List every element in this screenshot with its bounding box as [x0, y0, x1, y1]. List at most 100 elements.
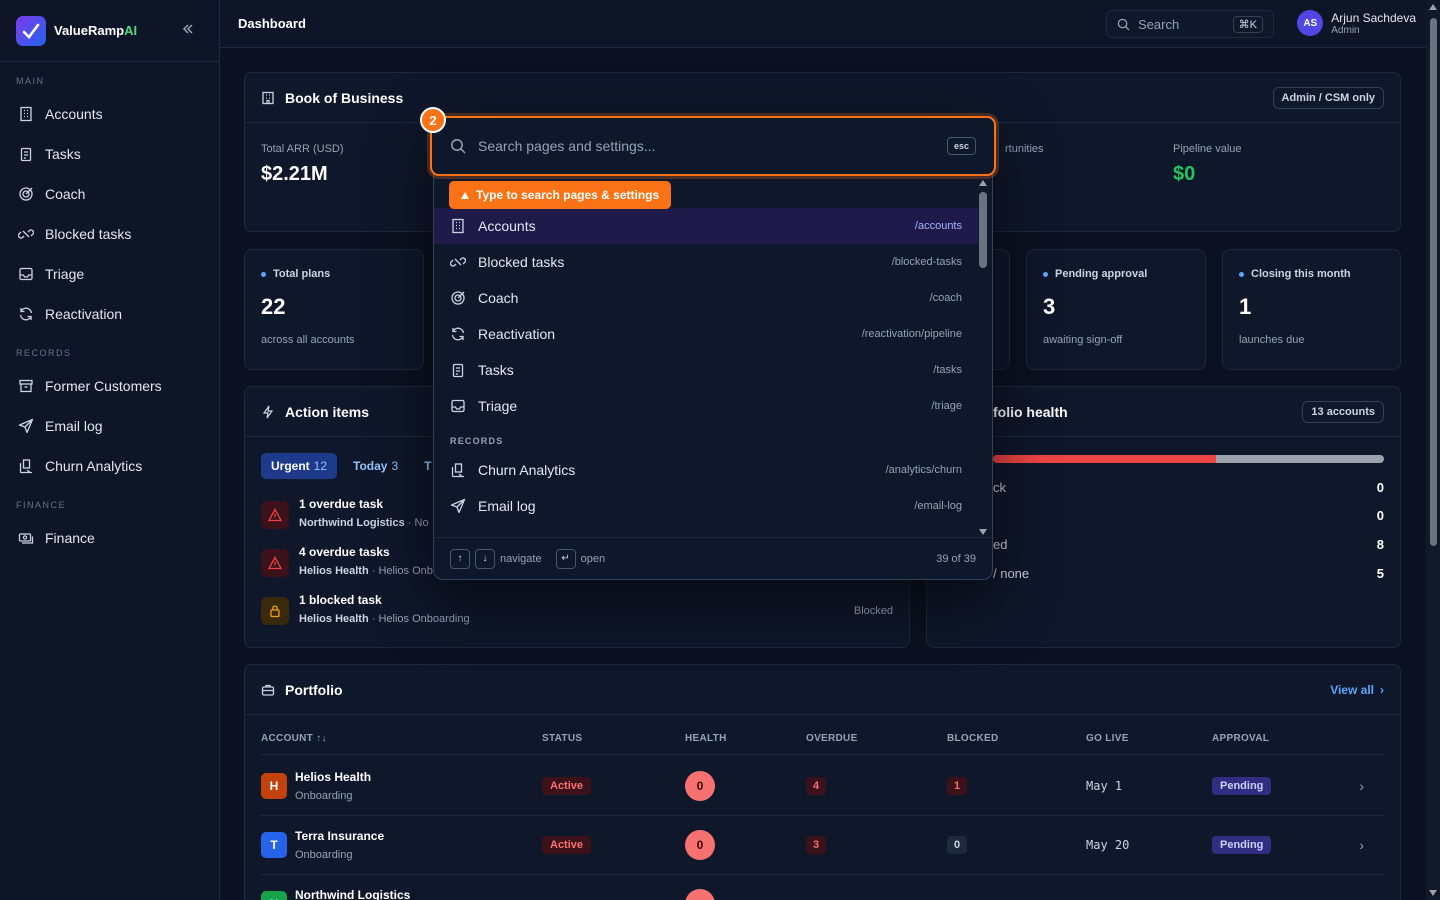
chevron-right-icon[interactable]: ›: [1359, 837, 1364, 853]
col-status: STATUS: [542, 733, 583, 744]
sidebar-item-accounts[interactable]: Accounts: [0, 94, 219, 134]
sidebar-item-label: Email log: [45, 418, 103, 434]
account-avatar: H: [261, 773, 287, 799]
command-item[interactable]: Tasks/tasks: [434, 352, 978, 388]
search-icon: [450, 138, 478, 154]
sidebar-item-label: Triage: [45, 266, 85, 282]
sidebar-item-email-log[interactable]: Email log: [0, 406, 219, 446]
stat-pending-approval[interactable]: Pending approval 3 awaiting sign-off: [1026, 249, 1206, 370]
approval-badge: Pending: [1212, 836, 1272, 854]
metric-opportunities: rtunities: [1005, 143, 1044, 155]
metric-total-arr: Total ARR (USD) $2.21M: [261, 143, 344, 185]
building-icon: [18, 106, 45, 122]
col-overdue: OVERDUE: [806, 733, 858, 744]
command-item[interactable]: Triage/triage: [434, 388, 978, 424]
collapse-sidebar-icon[interactable]: [181, 22, 195, 36]
overdue-count: 4: [806, 777, 827, 795]
command-item-path: /triage: [931, 400, 962, 412]
sort-icon: ↑↓: [316, 733, 327, 744]
chart-icon: [18, 458, 45, 474]
account-stage: Onboarding: [295, 849, 353, 861]
command-scrollbar[interactable]: [978, 180, 988, 535]
esc-key[interactable]: esc: [946, 137, 976, 155]
table-row[interactable]: T Terra Insurance Onboarding Active 0 3 0 May 2…: [261, 816, 1384, 875]
command-item[interactable]: Accounts/accounts: [434, 208, 978, 244]
table-row[interactable]: H Helios Health Onboarding Active 0 4 1 May 1 Pe…: [261, 757, 1384, 816]
inbox-icon: [450, 398, 478, 414]
sidebar-item-former-customers[interactable]: Former Customers: [0, 366, 219, 406]
account-name: Northwind Logistics: [295, 888, 411, 900]
portfolio-health-card: folio health 13 accounts ck 0 0 ed 8 / non…: [926, 386, 1401, 648]
command-item-path: /blocked-tasks: [891, 256, 962, 268]
sidebar-item-label: Reactivation: [45, 306, 123, 322]
health-row: / none 5: [993, 566, 1384, 581]
arrow-up-icon: ↑: [450, 548, 470, 569]
accounts-count-badge: 13 accounts: [1302, 400, 1384, 423]
command-item[interactable]: Reactivation/reactivation/pipeline: [434, 316, 978, 352]
sidebar-item-coach[interactable]: Coach: [0, 174, 219, 214]
tab-urgent[interactable]: Urgent 12: [261, 453, 338, 479]
chart-icon: [450, 462, 478, 478]
account-avatar: T: [261, 832, 287, 858]
command-item[interactable]: Blocked tasks/blocked-tasks: [434, 244, 978, 280]
sidebar-item-blocked-tasks[interactable]: Blocked tasks: [0, 214, 219, 254]
admin-badge: Admin / CSM only: [1272, 86, 1384, 109]
health-row: ed 8: [993, 537, 1384, 552]
link-broken-icon: [18, 226, 45, 242]
metric-pipeline: Pipeline value $0: [1173, 143, 1242, 185]
action-item[interactable]: 1 blocked task Helios Health · Helios Onb…: [261, 593, 893, 625]
sidebar-item-label: Accounts: [45, 106, 103, 122]
sidebar-item-churn-analytics[interactable]: Churn Analytics: [0, 446, 219, 486]
health-score: [685, 889, 715, 900]
user-menu[interactable]: AS Arjun Sachdeva Admin: [1297, 10, 1416, 36]
action-item[interactable]: 4 overdue tasks Helios Health · Helios On…: [261, 545, 433, 577]
col-blocked: BLOCKED: [947, 733, 999, 744]
chevron-right-icon[interactable]: ›: [1359, 778, 1364, 794]
blocked-count: 0: [947, 836, 968, 854]
refresh-icon: [450, 326, 478, 342]
top-search-button[interactable]: Search ⌘K: [1106, 10, 1274, 38]
arrow-down-icon: ↓: [475, 548, 495, 569]
command-item[interactable]: Churn Analytics/analytics/churn: [434, 452, 978, 488]
sidebar-item-finance[interactable]: Finance: [0, 518, 219, 558]
page-scrollbar[interactable]: [1426, 0, 1440, 900]
stat-closing-month[interactable]: Closing this month 1 launches due: [1222, 249, 1401, 370]
sidebar-item-triage[interactable]: Triage: [0, 254, 219, 294]
command-search-box[interactable]: esc: [430, 116, 996, 176]
archive-icon: [18, 378, 45, 394]
command-item[interactable]: Email log/email-log: [434, 488, 978, 524]
command-search-input[interactable]: [478, 138, 918, 154]
col-account[interactable]: ACCOUNT ↑↓: [261, 733, 327, 744]
portfolio-card: Portfolio View all › ACCOUNT ↑↓ STATUS HE…: [244, 664, 1401, 900]
topbar: Dashboard Search ⌘K AS Arjun Sachdeva Ad…: [220, 0, 1426, 48]
command-item[interactable]: Coach/coach: [434, 280, 978, 316]
view-all-link[interactable]: View all ›: [1330, 683, 1384, 697]
command-item-label: Churn Analytics: [478, 462, 576, 478]
status-badge: Active: [542, 777, 592, 795]
action-item[interactable]: 1 overdue task Northwind Logistics · No: [261, 497, 429, 529]
command-item-label: Triage: [478, 398, 518, 414]
table-row[interactable]: N Northwind Logistics: [261, 875, 1384, 900]
stat-total-plans[interactable]: Total plans 22 across all accounts: [244, 249, 424, 370]
money-icon: [18, 530, 45, 546]
tab-today[interactable]: Today 3: [343, 453, 408, 479]
hint-tooltip: Type to search pages & settings: [449, 181, 672, 209]
command-item-path: /tasks: [933, 364, 962, 376]
command-item-path: /coach: [929, 292, 962, 304]
account-name: Terra Insurance: [295, 829, 385, 843]
avatar: AS: [1297, 10, 1324, 36]
sidebar: ValueRampAI MAIN Accounts Tasks Coach Blocke…: [0, 0, 220, 900]
sidebar-item-reactivation[interactable]: Reactivation: [0, 294, 219, 334]
building-icon: [450, 218, 478, 234]
nav-section-label: RECORDS: [16, 348, 72, 358]
sidebar-item-tasks[interactable]: Tasks: [0, 134, 219, 174]
command-item-label: Tasks: [478, 362, 514, 378]
brand[interactable]: ValueRampAI: [0, 0, 219, 62]
user-name: Arjun Sachdeva: [1331, 10, 1416, 25]
top-search-label: Search: [1138, 16, 1180, 32]
portfolio-table-header: ACCOUNT ↑↓ STATUS HEALTH OVERDUE BLOCKED…: [261, 733, 1384, 755]
step-marker: 2: [420, 107, 446, 133]
command-item-label: Reactivation: [478, 326, 556, 342]
command-item-path: /reactivation/pipeline: [861, 328, 962, 340]
command-item-label: Accounts: [478, 218, 536, 234]
